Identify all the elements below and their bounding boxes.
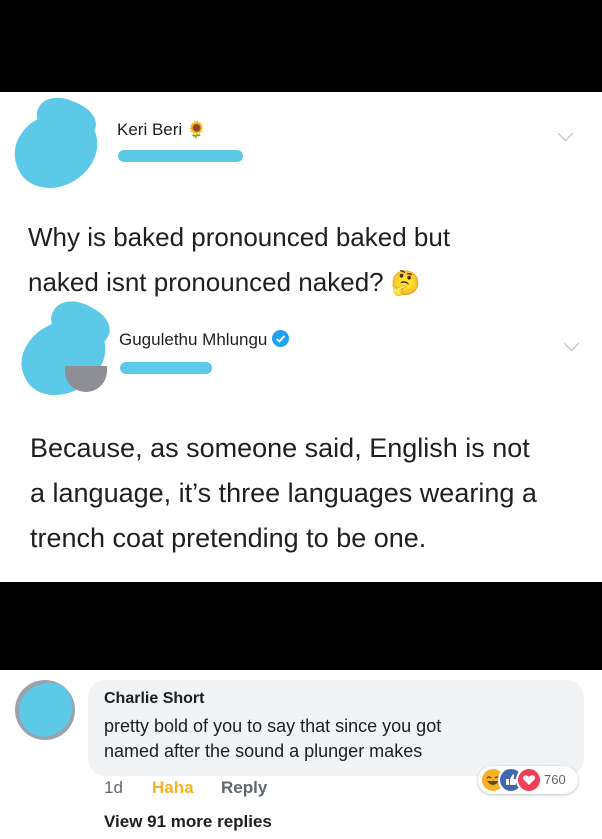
reply-text-line: Because, as someone said, English is not [30, 433, 530, 463]
commenter-avatar[interactable] [13, 677, 79, 743]
thinking-face-icon: 🤔 [390, 270, 421, 297]
comment-age[interactable]: 1d [104, 778, 123, 798]
chevron-down-icon[interactable] [563, 335, 580, 352]
comment-text-line: pretty bold of you to say that since you… [104, 716, 442, 736]
tweet-author-name[interactable]: Keri Beri 🌻 [117, 120, 207, 140]
chevron-down-icon[interactable] [557, 125, 574, 142]
comment-text: pretty bold of you to say that since you… [104, 714, 441, 764]
tweet-text-line: Why is baked pronounced baked but [28, 222, 451, 252]
reply-text-line: trench coat pretending to be one. [30, 523, 427, 553]
reaction-summary[interactable]: 760 [478, 766, 578, 794]
tweet-text-line: naked isnt pronounced naked? 🤔 [28, 260, 450, 306]
reaction-count: 760 [544, 772, 566, 787]
tweet-author-handle[interactable] [118, 150, 243, 162]
comment-panel: Charlie Short pretty bold of you to say … [0, 670, 602, 839]
view-more-replies-link[interactable]: View 91 more replies [104, 812, 272, 832]
top-black-band [0, 0, 602, 92]
reply-author-name[interactable]: Gugulethu Mhlungu [119, 330, 290, 350]
reply-author-name-label: Gugulethu Mhlungu [119, 330, 268, 349]
love-reaction-icon [516, 767, 542, 793]
reply-text: Because, as someone said, English is not… [30, 426, 537, 561]
sunflower-icon: 🌻 [186, 122, 207, 139]
tweet-author-name-label: Keri Beri [117, 120, 183, 139]
comment-author-name[interactable]: Charlie Short [104, 690, 204, 708]
verified-badge-icon [272, 330, 290, 347]
tweet-panel: Keri Beri 🌻 Why is baked pronounced bake… [0, 89, 602, 582]
tweet-text-line-body: naked isnt pronounced naked? [28, 267, 384, 297]
avatar[interactable] [4, 89, 109, 199]
tweet-text: Why is baked pronounced baked but naked … [28, 215, 450, 306]
reply-text-line: a language, it’s three languages wearing… [30, 478, 537, 508]
reply-author-handle[interactable] [120, 362, 212, 374]
reply-button[interactable]: Reply [221, 778, 267, 798]
middle-black-band [0, 582, 602, 670]
reply-avatar[interactable] [9, 291, 119, 408]
comment-text-line: named after the sound a plunger makes [104, 741, 423, 761]
haha-button[interactable]: Haha [152, 778, 194, 798]
